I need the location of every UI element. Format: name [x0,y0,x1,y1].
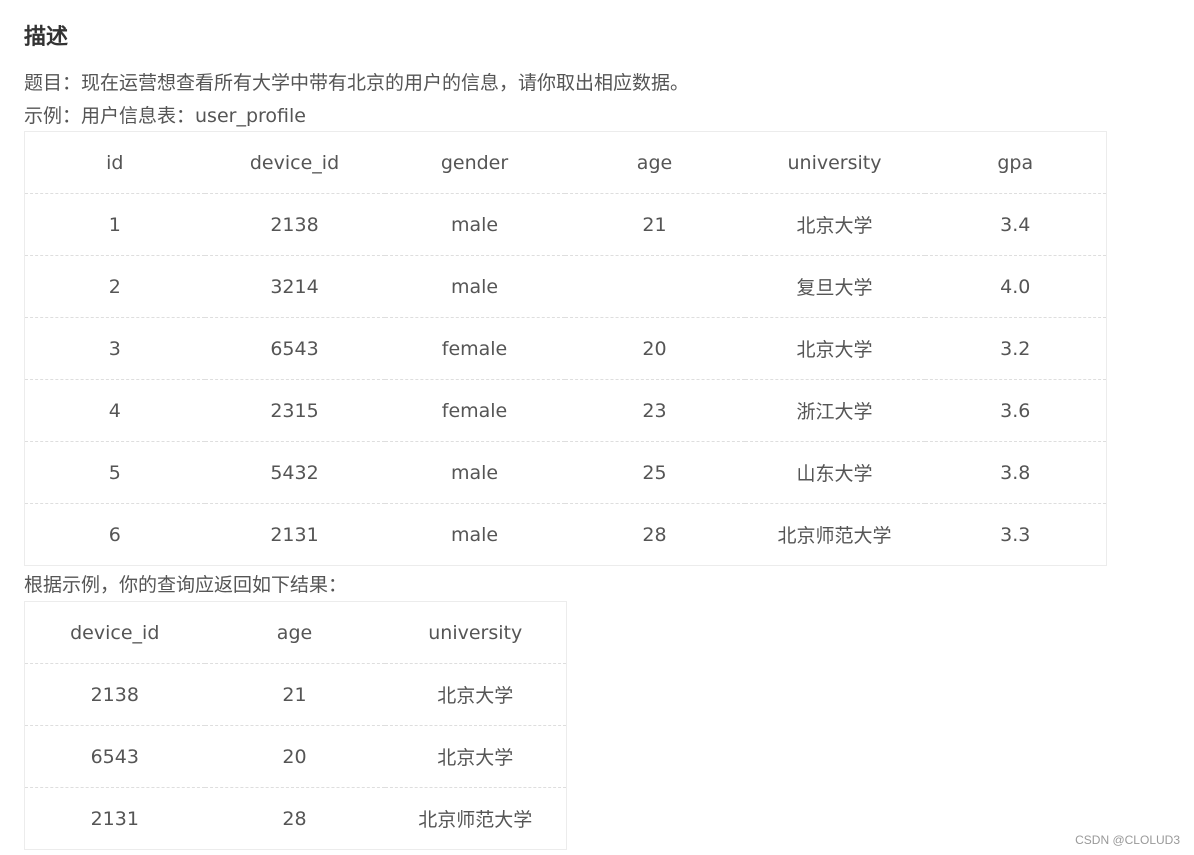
table-cell: 3214 [204,255,385,318]
table-cell: 6 [24,503,205,566]
table-cell: 4.0 [924,255,1107,318]
result-table: device_id age university 2138 21 北京大学 6543 20 北京… [24,601,567,850]
table-cell: 2138 [204,193,385,256]
result-body: device_id age university 2138 21 北京大学 6543 20 北京… [24,602,567,850]
watermark: CSDN @CLOLUD3 [1075,833,1180,847]
table-cell: 2315 [204,379,385,442]
table-cell: 北京大学 [744,193,925,256]
table-header-row: id device_id gender age university gpa [25,132,1107,194]
table-cell: female [384,317,565,380]
table-cell: 1 [24,193,205,256]
column-header: device_id [249,151,340,174]
column-header: device_id [70,621,160,644]
column-header: university [787,151,882,174]
table-cell: 2131 [24,787,205,850]
table-cell: 3.3 [924,503,1107,566]
table-row: 2138 21 北京大学 [24,663,567,726]
table-cell: 20 [564,317,745,380]
table-row: 3 6543 female 20 北京大学 3.2 [24,317,1107,380]
table-cell: male [384,255,565,318]
question-text: 题目：现在运营想查看所有大学中带有北京的用户的信息，请你取出相应数据。 [24,72,690,94]
table-cell: 28 [564,503,745,566]
table-cell: 21 [564,193,745,256]
table-cell: 2138 [24,663,205,726]
table-cell: male [384,503,565,566]
table-row: 5 5432 male 25 山东大学 3.8 [24,441,1107,504]
table-row: 2 3214 male 复旦大学 4.0 [24,255,1107,318]
table-cell: 3.2 [924,317,1107,380]
table-cell: 3 [24,317,205,380]
column-header: university [428,621,523,644]
column-header: age [276,621,313,644]
table-cell [564,255,745,318]
example-label: 示例：用户信息表：user_profile [24,105,306,127]
table-cell: 25 [564,441,745,504]
table-cell: 北京大学 [384,725,567,788]
table-cell: 28 [204,787,385,850]
table-cell: 6543 [24,725,205,788]
table-cell: 山东大学 [744,441,925,504]
table-cell: 北京大学 [384,663,567,726]
table-cell: 复旦大学 [744,255,925,318]
user-profile-table: id device_id gender age university gpa 1 2138 ma… [24,131,1107,566]
table-row: 6543 20 北京大学 [24,725,567,788]
table-cell: female [384,379,565,442]
table-row: 1 2138 male 21 北京大学 3.4 [24,193,1107,256]
table-header-row: device_id age university [25,602,567,664]
table-row: 4 2315 female 23 浙江大学 3.6 [24,379,1107,442]
table-cell: 4 [24,379,205,442]
table-cell: male [384,193,565,256]
table-cell: 北京师范大学 [744,503,925,566]
table-cell: 3.6 [924,379,1107,442]
table-cell: 23 [564,379,745,442]
table-cell: 20 [204,725,385,788]
column-header: id [106,151,124,174]
table-cell: 3.4 [924,193,1107,256]
column-header: age [636,151,673,174]
table-cell: 21 [204,663,385,726]
user-profile-body: id device_id gender age university gpa 1 2138 ma… [24,132,1107,566]
table-cell: 北京大学 [744,317,925,380]
table-row: 2131 28 北京师范大学 [24,787,567,850]
table-cell: 3.8 [924,441,1107,504]
table-cell: 浙江大学 [744,379,925,442]
column-header: gpa [997,151,1034,174]
table-row: 6 2131 male 28 北京师范大学 3.3 [24,503,1107,566]
column-header: gender [440,151,509,174]
table-cell: 5 [24,441,205,504]
section-heading: 描述 [24,25,69,50]
table-cell: 2131 [204,503,385,566]
table-cell: 6543 [204,317,385,380]
table-cell: male [384,441,565,504]
table-cell: 5432 [204,441,385,504]
table-cell: 北京师范大学 [384,787,567,850]
result-label: 根据示例，你的查询应返回如下结果： [24,574,348,596]
table-cell: 2 [24,255,205,318]
